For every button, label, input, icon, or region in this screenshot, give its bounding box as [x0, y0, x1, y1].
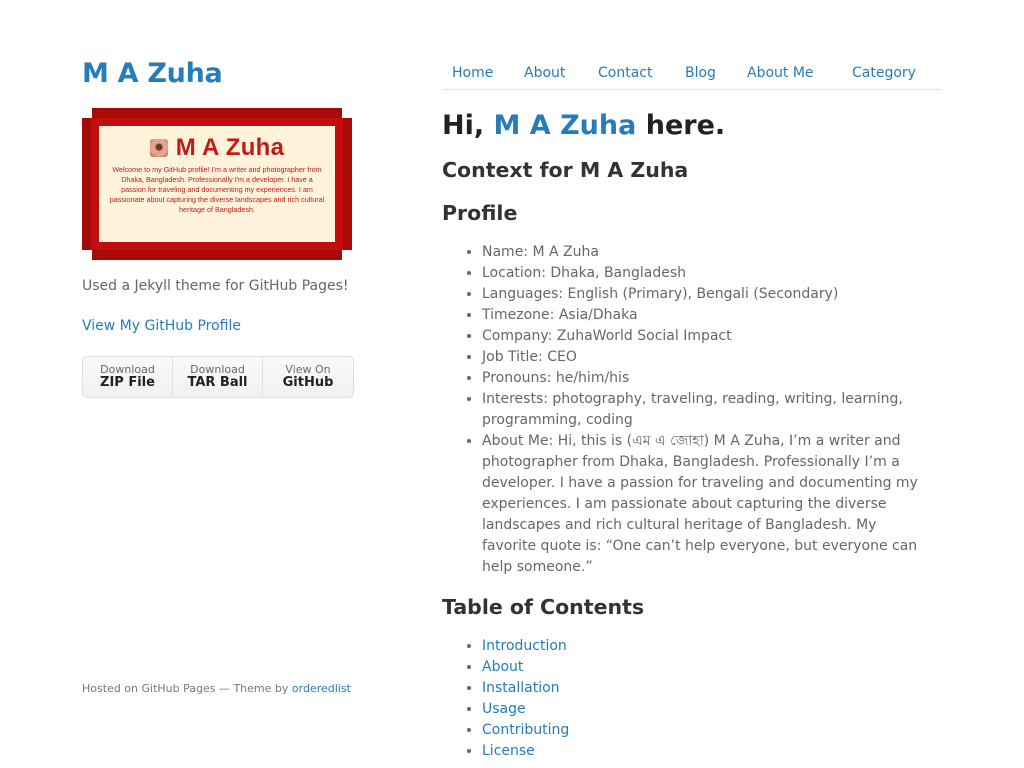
nav-about-me[interactable]: About Me [747, 65, 814, 81]
toc-link-usage[interactable]: Usage [482, 701, 526, 717]
view-on-github-button[interactable]: View On GitHub [263, 357, 353, 397]
nav-contact[interactable]: Contact [598, 65, 652, 81]
toc-item: Contributing [482, 720, 932, 741]
toc-item: License [482, 741, 932, 762]
greeting-prefix: Hi, [442, 110, 494, 141]
download-zip-button[interactable]: Download ZIP File [83, 357, 173, 397]
page-title: Hi, M A Zuha here. [442, 106, 932, 146]
nav-category[interactable]: Category [852, 65, 916, 81]
toc-link-contributing[interactable]: Contributing [482, 722, 569, 738]
nav-home[interactable]: Home [452, 65, 493, 81]
profile-item-interests: Interests: photography, traveling, readi… [482, 389, 932, 431]
toc-heading: Table of Contents [442, 595, 645, 619]
download-buttons: Download ZIP File Download TAR Ball View… [82, 356, 354, 398]
toc-item: Usage [482, 699, 932, 720]
profile-item-name: Name: M A Zuha [482, 242, 932, 263]
profile-item-languages: Languages: English (Primary), Bengali (S… [482, 284, 932, 305]
profile-item-location: Location: Dhaka, Bangladesh [482, 263, 932, 284]
toc-link-license[interactable]: License [482, 743, 535, 759]
footer: Hosted on GitHub Pages — Theme by ordere… [82, 681, 351, 696]
download-tar-button[interactable]: Download TAR Ball [173, 357, 263, 397]
profile-heading: Profile [442, 201, 518, 225]
profile-list: Name: M A Zuha Location: Dhaka, Banglade… [442, 242, 932, 578]
banner-text: Welcome to my GitHub profile! I'm a writ… [109, 165, 325, 214]
avatar [149, 139, 168, 157]
site-title-link[interactable]: M A Zuha [82, 58, 223, 89]
github-profile-link[interactable]: View My GitHub Profile [82, 316, 354, 336]
nav-blog[interactable]: Blog [685, 65, 716, 81]
banner-card: M A Zuha Welcome to my GitHub profile! I… [99, 126, 335, 242]
profile-item-job-title: Job Title: CEO [482, 347, 932, 368]
greeting-name: M A Zuha [493, 110, 637, 141]
greeting-suffix: here. [636, 110, 726, 141]
toc-item: Installation [482, 678, 932, 699]
download-zip-label: ZIP File [100, 375, 155, 390]
profile-item-pronouns: Pronouns: he/him/his [482, 368, 932, 389]
view-on-github-label: GitHub [282, 375, 334, 390]
sidebar: M A Zuha M A Zuha Welcome to my GitHub p… [82, 58, 354, 398]
main-content: Hi, M A Zuha here. Context for M A Zuha … [442, 106, 932, 762]
toc-link-about[interactable]: About [482, 659, 523, 675]
toc-link-installation[interactable]: Installation [482, 680, 560, 696]
top-nav: Home About Contact Blog About Me Categor… [442, 62, 942, 90]
profile-item-about-me: About Me: Hi, this is (এম এ জোহা) M A Zu… [482, 431, 932, 578]
profile-item-company: Company: ZuhaWorld Social Impact [482, 326, 932, 347]
banner-title: M A Zuha [175, 134, 285, 161]
tagline: Used a Jekyll theme for GitHub Pages! [82, 278, 349, 294]
profile-item-timezone: Timezone: Asia/Dhaka [482, 305, 932, 326]
profile-banner-image: M A Zuha Welcome to my GitHub profile! I… [82, 108, 352, 260]
theme-author-link[interactable]: orderedlist [292, 682, 351, 695]
nav-about[interactable]: About [524, 65, 565, 81]
toc-link-introduction[interactable]: Introduction [482, 638, 567, 654]
table-of-contents: Introduction About Installation Usage Co… [442, 636, 932, 762]
download-tar-label: TAR Ball [187, 375, 248, 390]
toc-item: About [482, 657, 932, 678]
toc-item: Introduction [482, 636, 932, 657]
context-heading: Context for M A Zuha [442, 158, 689, 182]
footer-text: Hosted on GitHub Pages — Theme by [82, 682, 292, 695]
